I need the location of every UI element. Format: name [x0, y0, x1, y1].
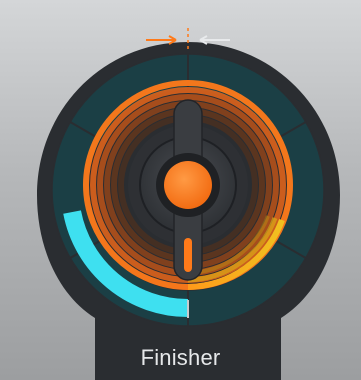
arrow-left-icon [199, 35, 230, 45]
finisher-knob-graphic [37, 28, 340, 380]
plugin-name: Finisher [140, 345, 221, 370]
knob-cap[interactable] [164, 161, 212, 209]
arrow-right-icon [146, 35, 177, 45]
finisher-plugin-panel: Finisher [0, 0, 361, 380]
knob-pointer [184, 238, 192, 272]
